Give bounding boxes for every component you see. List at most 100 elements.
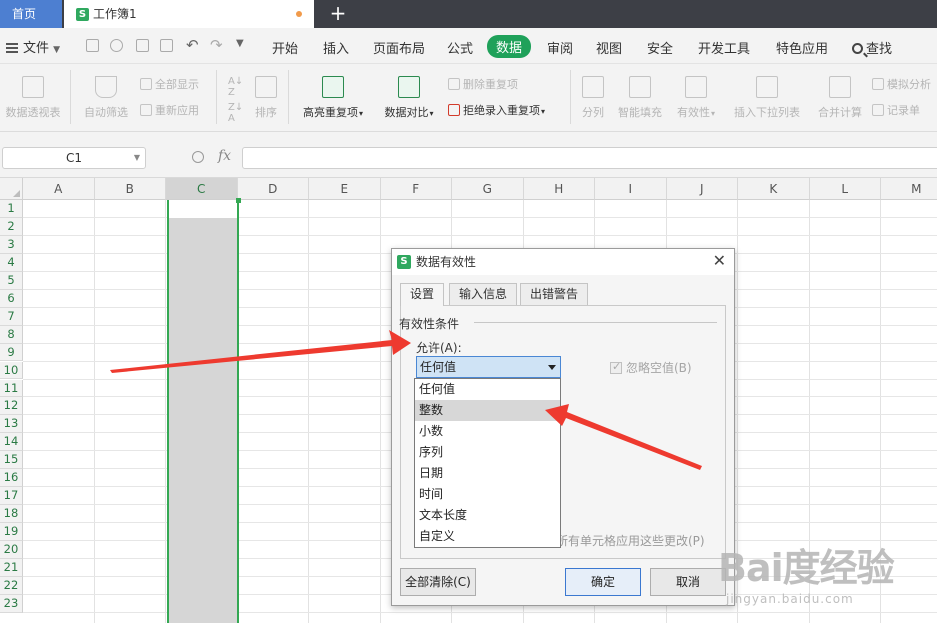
- fx-icon[interactable]: fx: [218, 148, 231, 164]
- menu-page-layout[interactable]: 页面布局: [373, 38, 425, 57]
- column-header-b[interactable]: B: [94, 178, 166, 200]
- selected-column-c[interactable]: [167, 198, 241, 623]
- menu-data[interactable]: 数据: [487, 35, 532, 58]
- remove-duplicates-button[interactable]: 删除重复项: [448, 76, 518, 92]
- row-header-1[interactable]: 1: [0, 200, 23, 218]
- quick-access-more-icon[interactable]: ▼: [236, 38, 244, 49]
- column-header-i[interactable]: I: [595, 178, 667, 200]
- row-header-6[interactable]: 6: [0, 289, 23, 308]
- menu-developer[interactable]: 开发工具: [698, 38, 750, 57]
- undo-icon[interactable]: ↶: [186, 36, 199, 54]
- row-header-10[interactable]: 10: [0, 361, 23, 380]
- column-header-m[interactable]: M: [881, 178, 937, 200]
- data-compare-button[interactable]: 数据对比▾: [378, 76, 440, 120]
- insert-dropdown-button[interactable]: 插入下拉列表: [728, 76, 806, 120]
- allow-select[interactable]: 任何值: [416, 356, 561, 378]
- active-cell-c1[interactable]: [169, 200, 237, 218]
- row-header-19[interactable]: 19: [0, 523, 23, 541]
- menu-special[interactable]: 特色应用: [776, 38, 828, 57]
- row-header-2[interactable]: 2: [0, 217, 23, 236]
- highlight-duplicates-button[interactable]: 高亮重复项▾: [296, 76, 370, 120]
- simulate-analysis-button[interactable]: 模拟分析: [872, 76, 931, 92]
- row-header-8[interactable]: 8: [0, 325, 23, 344]
- column-header-g[interactable]: G: [452, 178, 524, 200]
- print-icon[interactable]: [136, 39, 149, 52]
- format-painter-icon[interactable]: [110, 39, 123, 52]
- row-header-17[interactable]: 17: [0, 487, 23, 506]
- menu-formula[interactable]: 公式: [447, 38, 473, 57]
- consolidate-button[interactable]: 合并计算: [812, 76, 868, 120]
- new-tab-button[interactable]: +: [326, 0, 350, 28]
- reject-duplicates-button[interactable]: 拒绝录入重复项▾: [448, 102, 545, 118]
- tab-error-alert[interactable]: 出错警告: [520, 283, 589, 305]
- column-header-j[interactable]: J: [666, 178, 738, 200]
- option-any-value[interactable]: 任何值: [415, 379, 560, 400]
- row-header-13[interactable]: 13: [0, 415, 23, 434]
- row-header-23[interactable]: 23: [0, 594, 23, 613]
- clear-all-button[interactable]: 全部清除(C): [400, 568, 476, 596]
- show-all-button[interactable]: 全部显示: [140, 76, 199, 92]
- option-integer[interactable]: 整数: [415, 400, 560, 421]
- ignore-blank-checkbox[interactable]: 忽略空值(B): [610, 359, 692, 376]
- tab-input-message[interactable]: 输入信息: [449, 283, 518, 305]
- cancel-button[interactable]: 取消: [650, 568, 726, 596]
- search-button[interactable]: 查找: [852, 38, 892, 57]
- row-header-21[interactable]: 21: [0, 559, 23, 577]
- pivot-table-button[interactable]: 数据透视表: [2, 76, 64, 120]
- close-icon[interactable]: ✕: [713, 251, 726, 271]
- column-header-h[interactable]: H: [523, 178, 595, 200]
- column-header-f[interactable]: F: [380, 178, 452, 200]
- reapply-button[interactable]: 重新应用: [140, 102, 199, 118]
- column-header-k[interactable]: K: [738, 178, 810, 200]
- formula-input[interactable]: [242, 147, 937, 169]
- print-preview-icon[interactable]: [160, 39, 173, 52]
- row-header-18[interactable]: 18: [0, 505, 23, 524]
- ok-button[interactable]: 确定: [565, 568, 641, 596]
- row-header-11[interactable]: 11: [0, 379, 23, 398]
- row-header-12[interactable]: 12: [0, 397, 23, 416]
- option-decimal[interactable]: 小数: [415, 421, 560, 442]
- row-header-15[interactable]: 15: [0, 451, 23, 470]
- row-header-20[interactable]: 20: [0, 541, 23, 559]
- column-header-d[interactable]: D: [237, 178, 309, 200]
- allow-dropdown-list[interactable]: 任何值 整数 小数 序列 日期 时间 文本长度 自定义: [414, 378, 561, 548]
- menu-review[interactable]: 审阅: [547, 38, 573, 57]
- row-header-9[interactable]: 9: [0, 343, 23, 362]
- option-custom[interactable]: 自定义: [415, 526, 560, 547]
- row-header-5[interactable]: 5: [0, 271, 23, 290]
- name-box[interactable]: C1 ▼: [2, 147, 146, 169]
- fill-handle[interactable]: [236, 198, 241, 203]
- redo-icon[interactable]: ↷: [210, 36, 223, 54]
- menu-view[interactable]: 视图: [596, 38, 622, 57]
- smart-fill-button[interactable]: 智能填充: [614, 76, 666, 120]
- row-header-22[interactable]: 22: [0, 576, 23, 595]
- tab-home[interactable]: 首页: [0, 0, 62, 28]
- menu-start[interactable]: 开始: [272, 38, 298, 57]
- column-header-l[interactable]: L: [809, 178, 881, 200]
- row-header-14[interactable]: 14: [0, 433, 23, 452]
- save-icon[interactable]: [86, 39, 99, 52]
- column-header-e[interactable]: E: [309, 178, 381, 200]
- row-header-7[interactable]: 7: [0, 307, 23, 326]
- text-to-columns-button[interactable]: 分列: [576, 76, 610, 120]
- row-header-4[interactable]: 4: [0, 253, 23, 272]
- select-all-corner[interactable]: [0, 178, 23, 200]
- tab-workbook[interactable]: S 工作簿1: [64, 0, 314, 28]
- row-header-3[interactable]: 3: [0, 235, 23, 254]
- record-sheet-button[interactable]: 记录单: [872, 102, 920, 118]
- sort-asc-icon[interactable]: A↓ Z: [228, 76, 243, 98]
- option-time[interactable]: 时间: [415, 484, 560, 505]
- zoom-icon[interactable]: [192, 151, 204, 163]
- menu-security[interactable]: 安全: [647, 38, 673, 57]
- apply-all-checkbox[interactable]: 所有单元格应用这些更改(P): [556, 532, 705, 549]
- option-list[interactable]: 序列: [415, 442, 560, 463]
- sort-desc-icon[interactable]: Z↓ A: [228, 102, 243, 124]
- column-header-a[interactable]: A: [23, 178, 95, 200]
- column-header-c[interactable]: C: [166, 178, 238, 200]
- option-text-length[interactable]: 文本长度: [415, 505, 560, 526]
- menu-insert[interactable]: 插入: [323, 38, 349, 57]
- autofilter-button[interactable]: 自动筛选: [80, 76, 132, 120]
- row-header-16[interactable]: 16: [0, 469, 23, 488]
- validity-button[interactable]: 有效性▾: [672, 76, 720, 120]
- file-menu[interactable]: 文件 ▼: [6, 37, 60, 56]
